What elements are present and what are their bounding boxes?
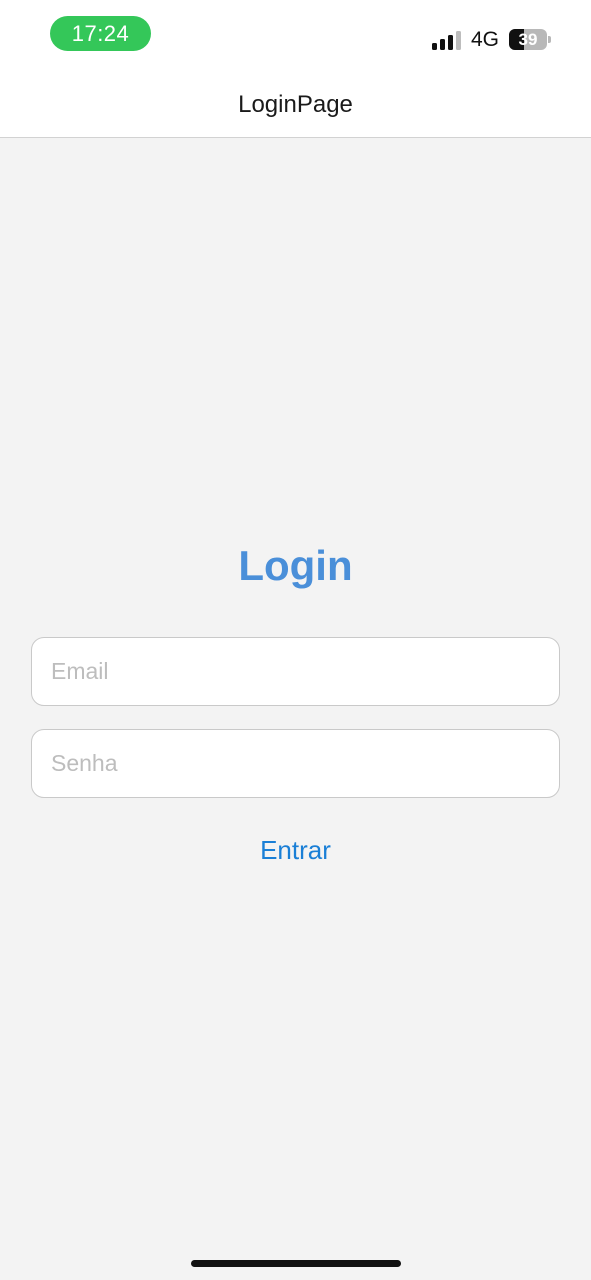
network-type: 4G [471,28,500,51]
battery-level: 39 [518,30,538,49]
login-button[interactable]: Entrar [195,826,396,874]
navigation-bar: LoginPage [0,70,591,138]
battery-icon: 39 [509,29,547,50]
password-field[interactable] [31,729,560,798]
status-time: 17:24 [50,16,151,51]
signal-icon [432,31,461,50]
home-indicator[interactable] [191,1260,401,1267]
login-heading: Login [238,542,353,589]
page-title: LoginPage [238,91,353,118]
email-field[interactable] [31,637,560,706]
battery-cap [548,36,551,43]
status-bar: 17:24 4G 39 [0,0,591,70]
